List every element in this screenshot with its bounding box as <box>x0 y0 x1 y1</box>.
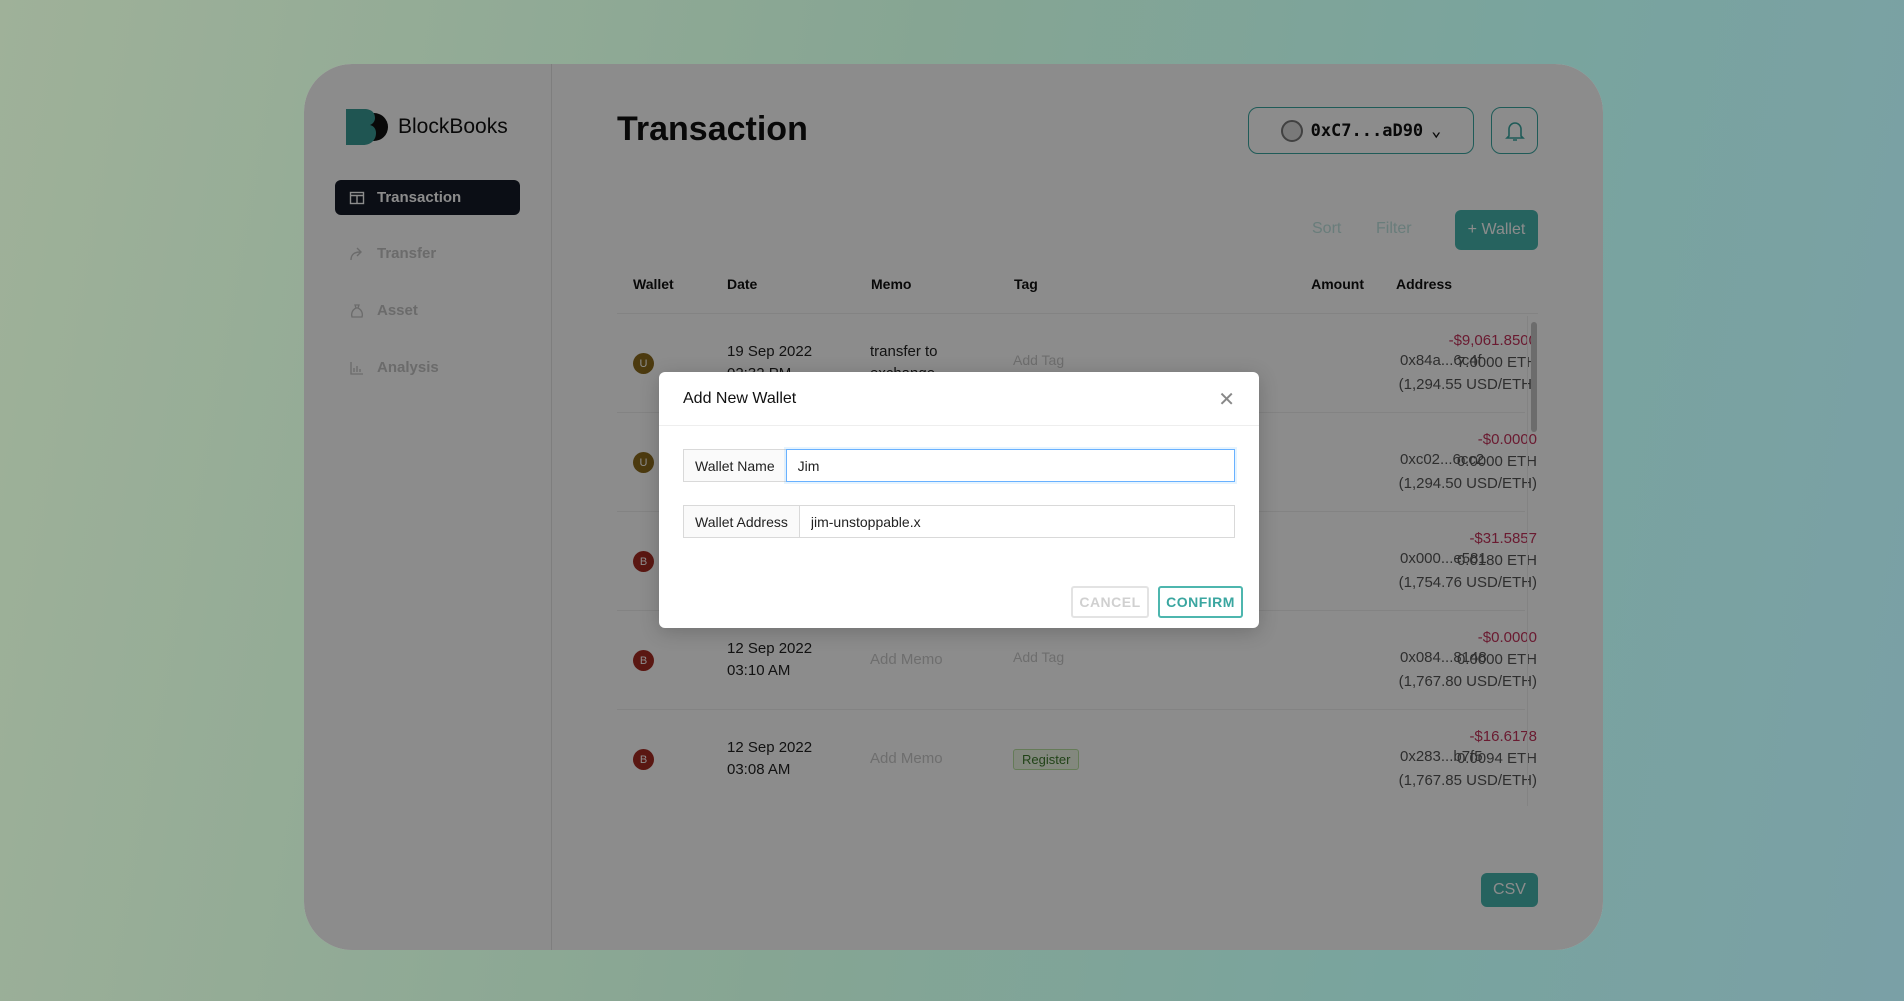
wallet-address-field: Wallet Address <box>683 505 1235 538</box>
wallet-address-label: Wallet Address <box>683 505 799 538</box>
wallet-address-input[interactable] <box>798 505 1235 538</box>
close-icon[interactable]: ✕ <box>1218 387 1235 411</box>
add-wallet-modal: Add New Wallet ✕ Wallet Name Wallet Addr… <box>659 372 1259 628</box>
wallet-name-label: Wallet Name <box>683 449 786 482</box>
cancel-button[interactable]: CANCEL <box>1071 586 1149 618</box>
modal-title: Add New Wallet <box>683 389 797 407</box>
wallet-name-input[interactable] <box>785 449 1235 482</box>
confirm-button[interactable]: CONFIRM <box>1158 586 1243 618</box>
wallet-name-field: Wallet Name <box>683 449 1235 482</box>
